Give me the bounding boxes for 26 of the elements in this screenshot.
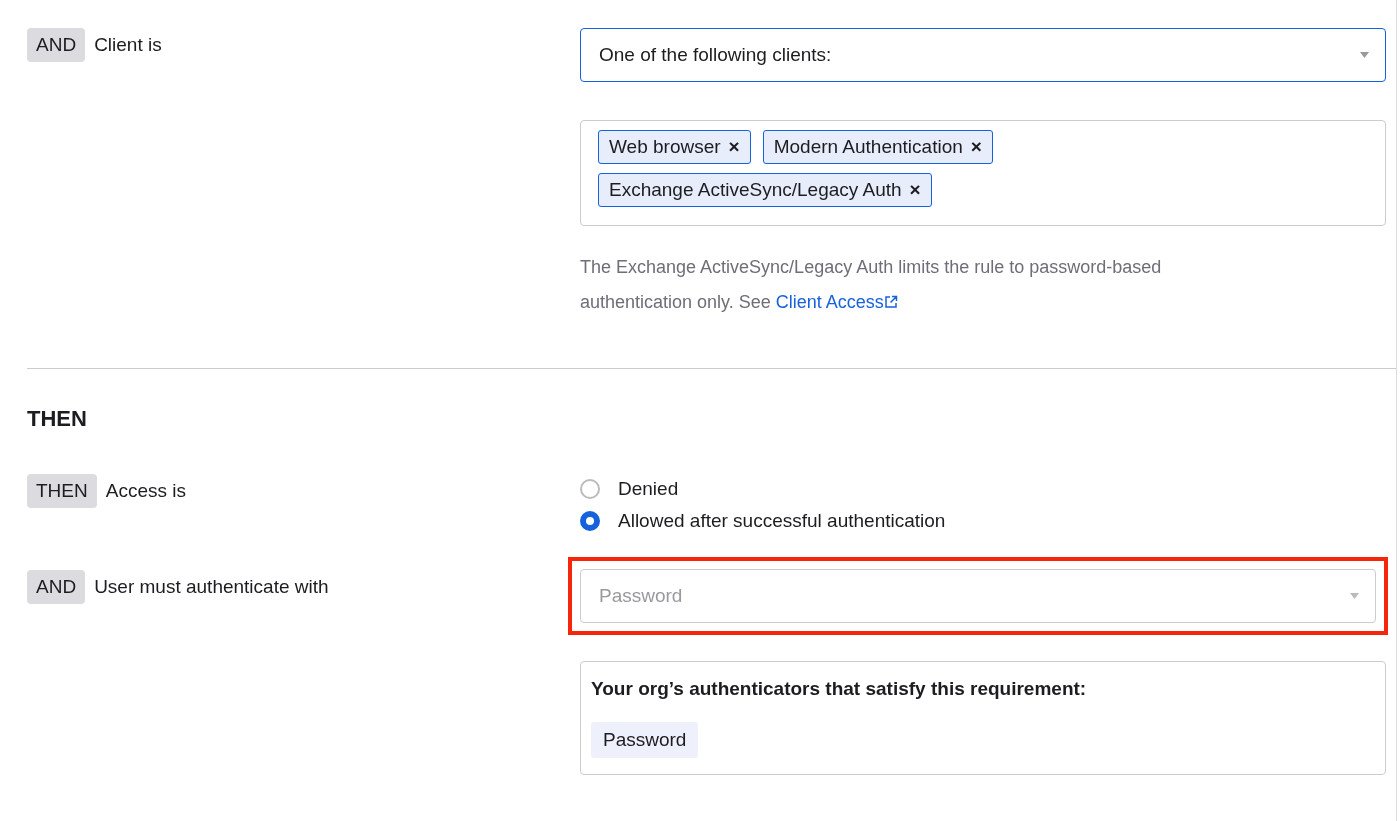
operator-badge: AND <box>27 570 86 604</box>
client-select[interactable]: One of the following clients: <box>580 28 1386 82</box>
tag-label: Modern Authentication <box>773 136 963 158</box>
section-heading: THEN <box>27 406 88 432</box>
caret-icon <box>1350 593 1359 599</box>
tag-label: Exchange ActiveSync/Legacy Auth <box>609 179 902 201</box>
help-text: The Exchange ActiveSync/Legacy Auth limits the rule to password-based authentication only. See Client Access <box>580 256 1163 314</box>
tags-field[interactable]: Web browser × Modern Authentication × Exchange ActiveSync/Legacy Auth × <box>580 120 1386 226</box>
tag-label: Web browser <box>609 136 721 158</box>
remove-tag-button[interactable]: × <box>909 179 921 201</box>
radio-button[interactable] <box>580 479 600 499</box>
remove-tag-button[interactable]: × <box>970 136 982 158</box>
radio-label[interactable]: Allowed after successful authentication <box>618 510 946 532</box>
panel-title: Your org’s authenticators that satisfy this requirement: <box>591 678 1088 700</box>
caret-icon <box>1360 52 1369 58</box>
condition-label: Client is <box>94 33 162 56</box>
radio-label[interactable]: Denied <box>618 478 679 500</box>
radio-button[interactable] <box>580 511 600 531</box>
external-link-icon <box>883 295 898 309</box>
condition-label: Access is <box>105 479 186 502</box>
operator-badge: AND <box>27 28 86 62</box>
operator-badge: THEN <box>27 474 97 508</box>
authenticator-chip: Password <box>591 722 699 758</box>
remove-tag-button[interactable]: × <box>728 136 740 158</box>
client-access-link[interactable]: Client Access <box>775 292 898 312</box>
condition-label: User must authenticate with <box>94 575 329 598</box>
